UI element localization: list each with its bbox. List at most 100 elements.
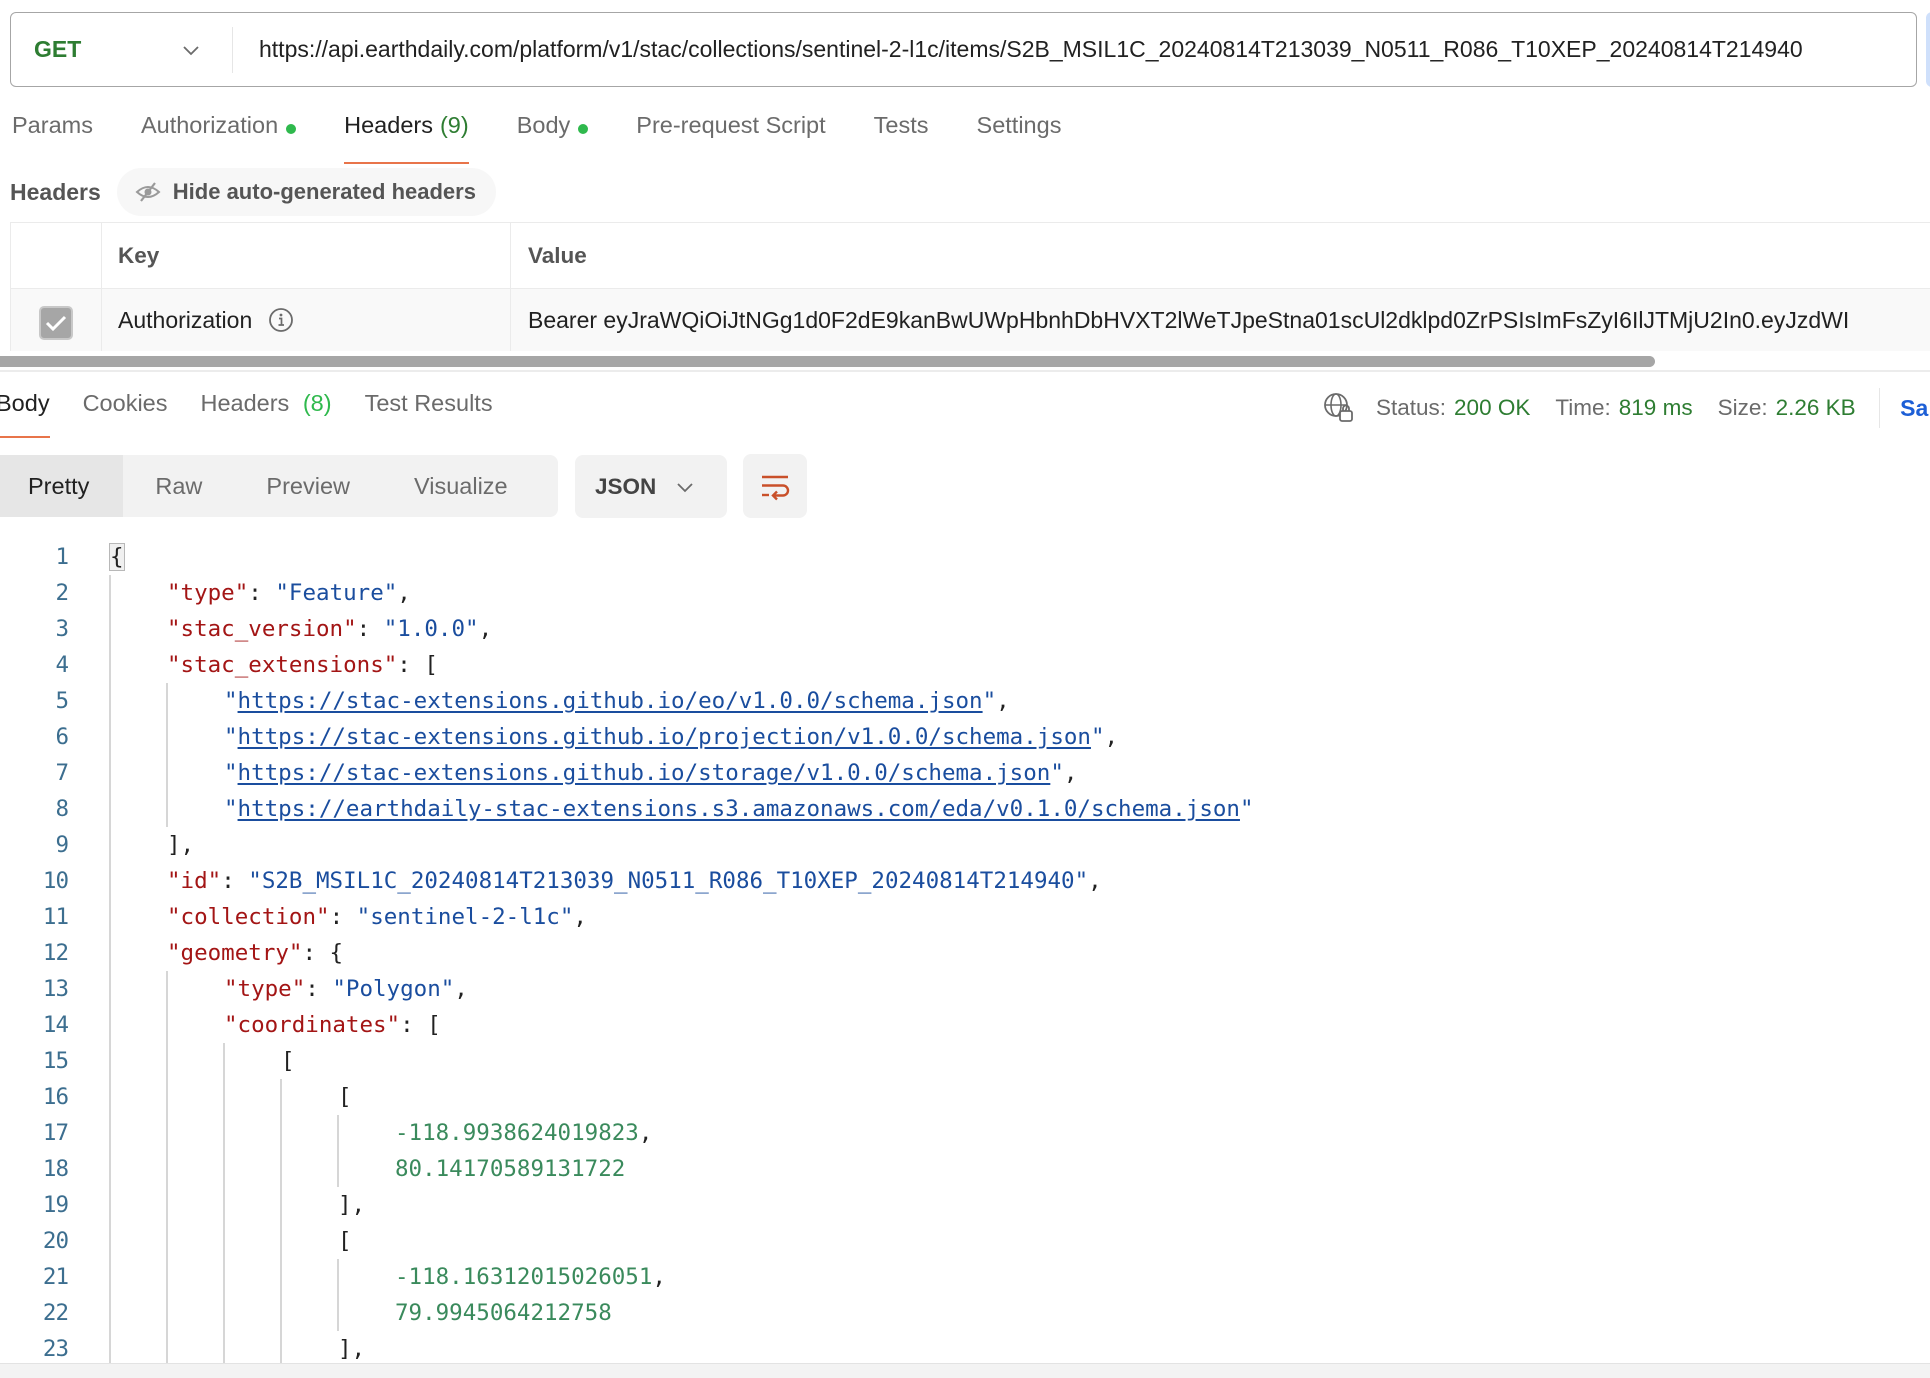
json-link[interactable]: https://stac-extensions.github.io/eo/v1.…	[238, 688, 983, 714]
code-content: ],	[167, 827, 194, 863]
json-link[interactable]: https://stac-extensions.github.io/projec…	[238, 724, 1091, 750]
json-punctuation: :	[248, 580, 276, 606]
time-readout[interactable]: Time: 819 ms	[1555, 395, 1692, 421]
tab-label: Headers	[200, 390, 290, 416]
json-punctuation: [	[281, 1048, 295, 1074]
horizontal-scrollbar[interactable]	[0, 356, 1655, 367]
enabled-checkbox[interactable]	[39, 306, 73, 340]
line-number: 14	[42, 1012, 69, 1038]
indent-guide	[166, 1115, 168, 1151]
code-line: 5 "https://stac-extensions.github.io/eo/v…	[0, 683, 1930, 719]
json-punctuation: ],	[167, 832, 195, 858]
header-key-cell[interactable]: Authorization	[101, 289, 510, 351]
chevron-down-icon	[180, 39, 202, 61]
response-tab-body[interactable]: Body	[0, 390, 50, 438]
bottom-edge	[0, 1363, 1930, 1378]
response-tab-headers[interactable]: Headers (8)	[200, 390, 331, 438]
json-key: "collection"	[167, 904, 330, 930]
size-readout[interactable]: Size: 2.26 KB	[1718, 395, 1856, 421]
tab-headers[interactable]: Headers (9)	[344, 112, 469, 164]
url-input[interactable]: https://api.earthdaily.com/platform/v1/s…	[233, 36, 1916, 63]
format-label: JSON	[595, 473, 657, 499]
indent-guide	[223, 1187, 225, 1223]
tab-count: (8)	[302, 390, 332, 416]
json-string: "	[224, 760, 238, 786]
json-string: "	[982, 688, 997, 714]
json-punctuation: :	[221, 868, 249, 894]
header-value-cell[interactable]: Bearer eyJraWQiOiJtNGg1d0F2dE9kanBwUWpHb…	[510, 289, 1930, 351]
tab-body[interactable]: Body	[517, 112, 589, 164]
line-number: 6	[55, 724, 69, 750]
line-number: 11	[42, 904, 69, 930]
pane-divider[interactable]	[0, 370, 1930, 372]
json-punctuation: ,	[573, 904, 587, 930]
line-number: 23	[42, 1336, 69, 1362]
response-tab-test-results[interactable]: Test Results	[365, 390, 493, 438]
json-key: "coordinates"	[224, 1012, 401, 1038]
code-content: "type": "Feature",	[167, 575, 411, 611]
indent-guide	[109, 1295, 111, 1331]
line-number: 10	[42, 868, 69, 894]
line-number: 9	[55, 832, 69, 858]
status-readout[interactable]: Status: 200 OK	[1376, 395, 1530, 421]
code-content: {	[109, 539, 125, 575]
format-select[interactable]: JSON	[575, 455, 727, 518]
globe-lock-icon[interactable]	[1322, 391, 1356, 425]
code-line: 7 "https://stac-extensions.github.io/stor…	[0, 755, 1930, 791]
tab-label: Cookies	[82, 390, 168, 416]
json-punctuation: [	[338, 1084, 352, 1110]
indent-guide	[166, 1151, 168, 1187]
line-number: 22	[42, 1300, 69, 1326]
wrap-lines-icon	[762, 475, 790, 501]
indent-guide	[166, 683, 168, 719]
json-string: "S2B_MSIL1C_20240814T213039_N0511_R086_T…	[248, 868, 1089, 894]
view-pretty-button[interactable]: Pretty	[0, 455, 124, 517]
view-visualize-button[interactable]: Visualize	[382, 455, 540, 517]
response-tab-cookies[interactable]: Cookies	[83, 390, 168, 438]
send-button[interactable]	[1926, 12, 1930, 87]
hide-auto-generated-headers-button[interactable]: Hide auto-generated headers	[116, 168, 496, 216]
tab-pre-request-script[interactable]: Pre-request Script	[636, 112, 825, 164]
code-content: "coordinates": [	[224, 1007, 441, 1043]
code-content: 80.14170589131722	[395, 1151, 625, 1187]
view-preview-button[interactable]: Preview	[234, 455, 382, 517]
json-string: "	[1050, 760, 1064, 786]
indent-guide	[109, 1331, 111, 1365]
info-icon[interactable]	[268, 307, 294, 333]
tab-tests[interactable]: Tests	[874, 112, 929, 164]
headers-title: Headers	[10, 178, 101, 205]
indent-guide	[337, 1115, 339, 1151]
json-punctuation: {	[109, 543, 125, 571]
json-punctuation: :	[356, 616, 384, 642]
value-column-header: Value	[510, 223, 1930, 288]
save-response-button[interactable]: Sa	[1900, 395, 1928, 422]
wrap-lines-button[interactable]	[743, 454, 807, 518]
json-link[interactable]: https://stac-extensions.github.io/storag…	[238, 760, 1051, 786]
json-link[interactable]: https://earthdaily-stac-extensions.s3.am…	[238, 796, 1240, 822]
indent-guide	[223, 1079, 225, 1115]
indent-guide	[166, 1079, 168, 1115]
json-string: "	[1239, 796, 1254, 822]
indent-guide	[280, 1115, 282, 1151]
tab-authorization[interactable]: Authorization	[141, 112, 297, 164]
view-raw-button[interactable]: Raw	[123, 455, 234, 517]
method-select[interactable]: GET	[11, 26, 233, 73]
line-number: 19	[42, 1192, 69, 1218]
code-line: 20 [	[0, 1223, 1930, 1259]
code-line: 10 "id": "S2B_MSIL1C_20240814T213039_N051…	[0, 863, 1930, 899]
code-content: [	[338, 1079, 352, 1115]
json-punctuation: : {	[302, 940, 344, 966]
code-content: 79.9945064212758	[395, 1295, 612, 1331]
response-body-code-view[interactable]: 1{2 "type": "Feature", 3 "stac_version": "1…	[0, 539, 1930, 1365]
hide-button-label: Hide auto-generated headers	[172, 179, 476, 204]
eye-off-icon	[135, 181, 161, 203]
indent-guide	[109, 935, 111, 971]
line-number: 13	[42, 976, 69, 1002]
tab-params[interactable]: Params	[12, 112, 93, 164]
code-line: 11 "collection": "sentinel-2-l1c",	[0, 899, 1930, 935]
table-row: Authorization Bearer eyJraWQiOiJtNGg1d0F…	[10, 289, 1930, 351]
tab-settings[interactable]: Settings	[977, 112, 1062, 164]
json-key: "type"	[224, 976, 306, 1002]
indent-guide	[109, 575, 111, 611]
code-line: 2 "type": "Feature",	[0, 575, 1930, 611]
